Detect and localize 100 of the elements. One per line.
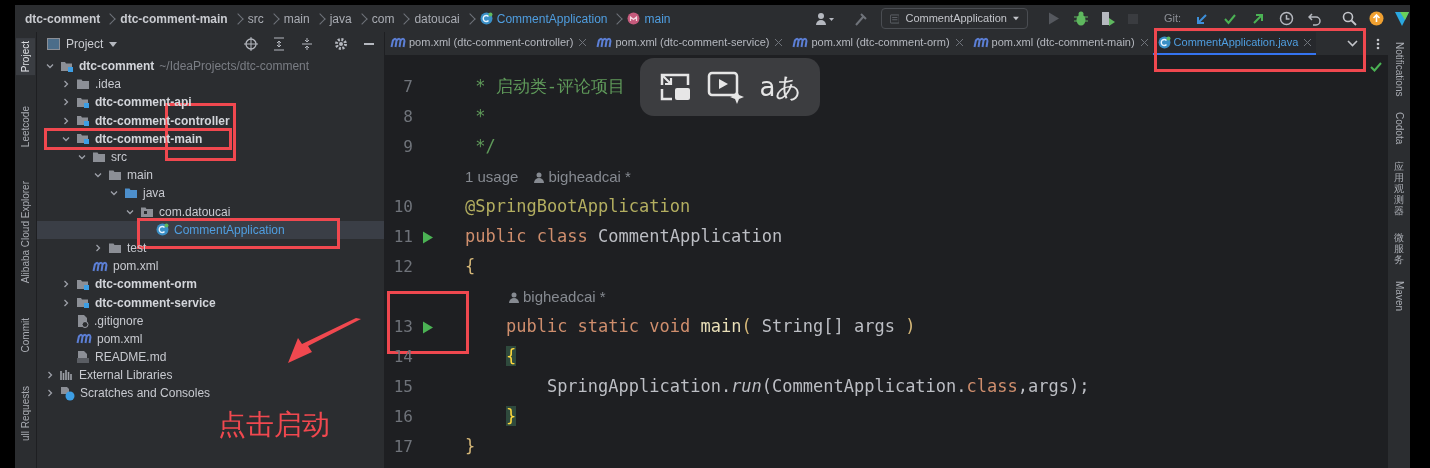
chevron-right-icon[interactable] — [61, 297, 71, 308]
maven-icon — [596, 37, 613, 48]
tree-item[interactable]: pom.xml — [37, 329, 384, 348]
tool-window-tab[interactable]: Notifications — [1391, 42, 1407, 97]
chevron-right-icon[interactable] — [61, 115, 71, 126]
tree-item[interactable]: dtc-comment ~/IdeaProjects/dtc-comment — [37, 57, 384, 76]
coverage-icon[interactable] — [1099, 11, 1116, 26]
chevron-right-icon[interactable] — [61, 97, 71, 108]
editor-tab[interactable]: CommentApplication.java — [1152, 32, 1317, 55]
tree-item-label: dtc-comment-service — [95, 294, 216, 312]
push-icon[interactable] — [1251, 11, 1265, 26]
tree-item[interactable]: src — [37, 147, 384, 167]
more-icon[interactable] — [1376, 37, 1380, 50]
tree-item[interactable]: .gitignore — [37, 311, 384, 330]
breadcrumb-item[interactable]: java — [329, 9, 352, 28]
caret-icon[interactable] — [109, 41, 118, 47]
breadcrumb-item[interactable]: dtc-comment-main — [120, 9, 228, 28]
tree-item[interactable]: test — [37, 238, 384, 258]
upgrade-icon[interactable] — [1369, 11, 1384, 26]
chevron-right-icon[interactable] — [61, 79, 71, 90]
tree-item-label: .idea — [95, 76, 122, 94]
close-icon[interactable] — [955, 39, 963, 46]
tool-window-tab[interactable]: Maven — [1391, 280, 1407, 311]
hammer-icon[interactable] — [852, 10, 869, 27]
caret-icon — [1012, 16, 1019, 21]
run-icon[interactable] — [422, 230, 434, 244]
line-number: 7 — [402, 76, 413, 98]
module-folder-icon — [76, 114, 90, 128]
close-icon[interactable] — [1140, 39, 1148, 46]
editor-tab[interactable]: pom.xml (dtc-comment-orm) — [787, 32, 968, 55]
tree-item-label: src — [111, 149, 127, 167]
tree-item[interactable]: README.md — [37, 348, 384, 367]
tool-window-tab[interactable]: ull Requests — [16, 383, 35, 445]
search-icon[interactable] — [1342, 11, 1357, 26]
undo-icon[interactable] — [1308, 11, 1322, 26]
panel-title[interactable]: Project — [66, 35, 104, 53]
folder-icon — [124, 187, 138, 200]
run-configuration-dropdown[interactable]: CommentApplication — [880, 8, 1028, 29]
breadcrumb-item[interactable]: dtc-comment — [25, 9, 101, 28]
tool-window-tab[interactable]: Alibaba Cloud Explorer — [16, 178, 35, 287]
update-project-icon[interactable] — [1195, 11, 1209, 26]
settings-icon[interactable] — [334, 37, 348, 51]
chevron-right-icon[interactable] — [45, 370, 55, 381]
translate-button[interactable]: aあ — [759, 74, 803, 100]
author-hint[interactable]: bigheadcai * — [509, 285, 606, 309]
breadcrumb-item[interactable]: src — [247, 9, 264, 28]
tree-item[interactable]: pom.xml — [37, 257, 384, 276]
author-hint[interactable]: bigheadcai * — [534, 165, 631, 189]
run-icon[interactable] — [422, 320, 434, 334]
editor-tab[interactable]: pom.xml (dtc-comment-controller) — [385, 32, 592, 55]
collapse-all-icon[interactable] — [300, 37, 314, 51]
module-folder-icon — [76, 95, 90, 109]
libraries-icon — [60, 369, 74, 382]
ide-logo-icon[interactable] — [1394, 10, 1410, 27]
user-icon[interactable] — [814, 11, 835, 26]
chevron-down-icon[interactable] — [1347, 40, 1358, 47]
tree-item[interactable]: com.datoucai — [37, 202, 384, 221]
tool-window-tab[interactable]: Codota — [1391, 112, 1407, 145]
video-sparkle-icon[interactable] — [706, 70, 745, 104]
tree-item[interactable]: dtc-comment-orm — [37, 275, 384, 294]
code-line: * — [474, 105, 486, 129]
editor-tab[interactable]: pom.xml (dtc-comment-service) — [591, 32, 788, 55]
tree-item[interactable]: Scratches and Consoles — [37, 384, 384, 403]
breadcrumb-item[interactable]: datoucai — [414, 9, 460, 28]
tree-item[interactable]: dtc-comment-service — [37, 293, 384, 312]
tool-window-tab[interactable]: Commit — [16, 314, 35, 355]
checkmark-icon — [1370, 62, 1382, 72]
chevron-right-icon[interactable] — [61, 279, 71, 290]
usage-hint[interactable]: 1 usage — [465, 165, 519, 189]
breadcrumb-item[interactable]: CommentApplication — [496, 9, 608, 28]
breadcrumb-item[interactable]: main — [283, 9, 310, 28]
tool-window-tab[interactable]: 微服务 — [1394, 231, 1404, 265]
module-folder-icon — [60, 59, 74, 73]
code-line: } — [465, 435, 476, 459]
editor-tab[interactable]: pom.xml (dtc-comment-main) — [967, 32, 1153, 55]
tool-window-tab[interactable]: Project — [16, 38, 35, 76]
close-icon[interactable] — [775, 39, 783, 46]
tool-window-tab[interactable]: 应用观测器 — [1394, 160, 1404, 216]
chevron-right-icon[interactable] — [93, 242, 103, 253]
tree-item-path: ~/IdeaProjects/dtc-comment — [159, 58, 310, 76]
expand-all-icon[interactable] — [272, 37, 286, 51]
tree-item[interactable]: .idea — [37, 75, 384, 94]
tree-item[interactable]: java — [37, 184, 384, 203]
breadcrumb-item[interactable]: com — [371, 9, 395, 28]
tree-item[interactable]: dtc-comment-api — [37, 93, 384, 112]
locate-icon[interactable] — [244, 37, 258, 51]
history-icon[interactable] — [1279, 11, 1294, 26]
bug-icon[interactable] — [1073, 11, 1088, 26]
user-icon — [534, 171, 545, 183]
maven-icon — [972, 37, 989, 48]
tool-window-tab[interactable]: Leetcode — [16, 103, 35, 151]
breadcrumb-item[interactable]: main — [644, 9, 671, 28]
close-icon[interactable] — [579, 39, 587, 46]
close-icon[interactable] — [1304, 39, 1312, 46]
tree-item[interactable]: External Libraries — [37, 366, 384, 385]
module-folder-icon — [76, 296, 90, 310]
tree-item[interactable]: main — [37, 166, 384, 185]
tree-item[interactable]: CommentApplication — [37, 220, 384, 239]
chevron-right-icon[interactable] — [45, 388, 55, 399]
class-icon — [156, 223, 169, 237]
